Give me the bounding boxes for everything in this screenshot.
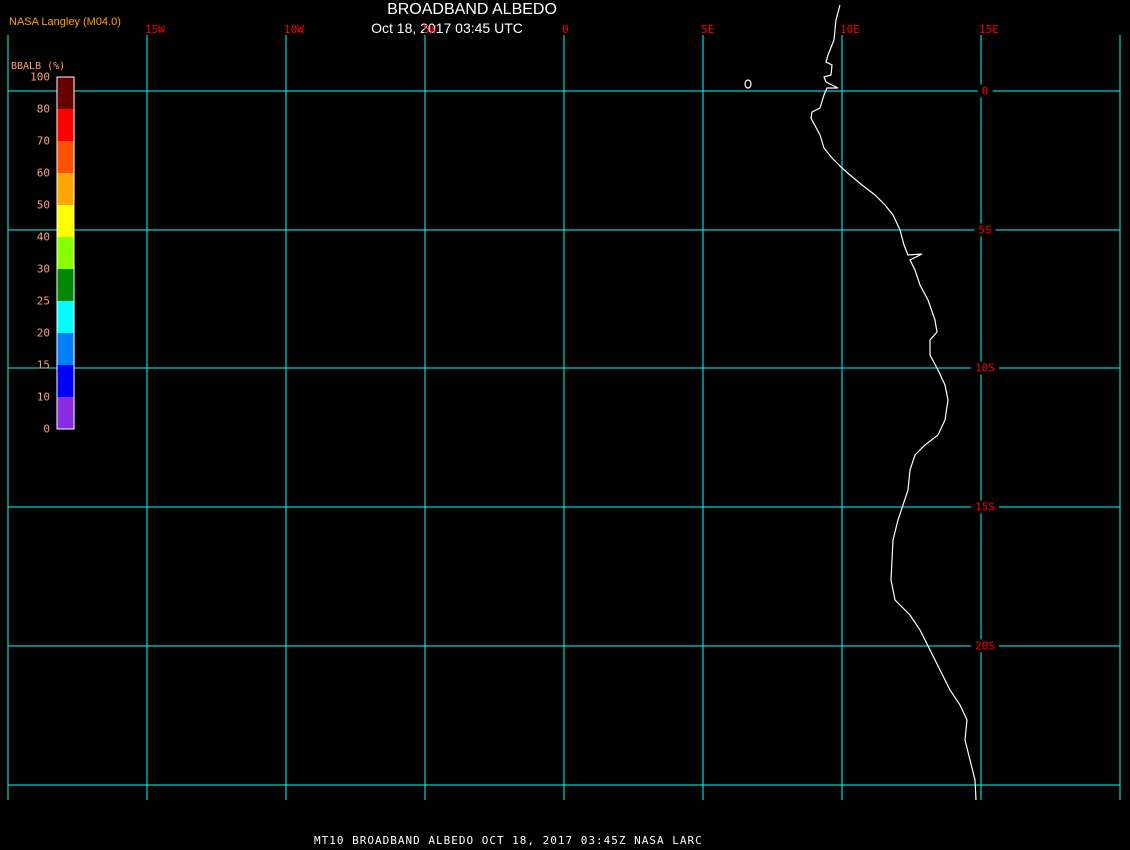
colorbar-tick-label: 25 xyxy=(36,294,50,308)
latitude-label: 10S xyxy=(971,361,999,375)
island-outline xyxy=(744,79,752,89)
latitude-label: 15S xyxy=(971,500,999,514)
coastline xyxy=(810,4,977,801)
colorbar-segment xyxy=(57,205,74,237)
colorbar-tick-label: 80 xyxy=(36,102,50,116)
map-canvas xyxy=(7,4,1121,801)
colorbar-segment xyxy=(57,141,74,173)
colorbar-tick-label: 50 xyxy=(36,198,50,212)
colorbar-segment xyxy=(57,237,74,269)
albedo-map-view: BROADBAND ALBEDO Oct 18, 2017 03:45 UTC … xyxy=(0,0,1130,850)
colorbar-segment xyxy=(57,269,74,301)
latitude-label: 0 xyxy=(977,84,993,98)
colorbar-segment xyxy=(57,109,74,141)
colorbar-segment xyxy=(57,333,74,365)
longitude-label: 10W xyxy=(284,23,304,36)
longitude-label: 0 xyxy=(562,23,569,36)
colorbar-segment xyxy=(57,173,74,205)
producer-label: NASA Langley (M04.0) xyxy=(9,16,121,28)
longitude-label: 15E xyxy=(979,23,999,36)
colorbar-tick-label: 10 xyxy=(36,390,50,404)
latitude-label: 5S xyxy=(974,223,996,237)
latitude-label: 20S xyxy=(971,639,999,653)
colorbar-tick-label: 30 xyxy=(36,262,50,276)
colorbar-tick-label: 60 xyxy=(36,166,50,180)
colorbar-segment xyxy=(57,397,74,429)
longitude-label: 10E xyxy=(840,23,860,36)
map-timestamp: Oct 18, 2017 03:45 UTC xyxy=(371,20,523,36)
colorbar-tick-label: 20 xyxy=(36,326,50,340)
colorbar-tick-label: 40 xyxy=(36,230,50,244)
colorbar-tick-label: 0 xyxy=(43,422,50,436)
colorbar-tick-label: 70 xyxy=(36,134,50,148)
longitude-label: 15W xyxy=(145,23,165,36)
colorbar-segment xyxy=(57,301,74,333)
colorbar-segment xyxy=(57,77,74,109)
map-title: BROADBAND ALBEDO xyxy=(387,1,557,18)
colorbar-tick-label: 100 xyxy=(30,70,50,84)
colorbar-segment xyxy=(57,365,74,397)
colorbar-tick-label: 15 xyxy=(36,358,50,372)
footer-caption: MT10 BROADBAND ALBEDO OCT 18, 2017 03:45… xyxy=(314,834,703,847)
longitude-label: 5E xyxy=(701,23,715,36)
longitude-label: 5W xyxy=(423,23,437,36)
